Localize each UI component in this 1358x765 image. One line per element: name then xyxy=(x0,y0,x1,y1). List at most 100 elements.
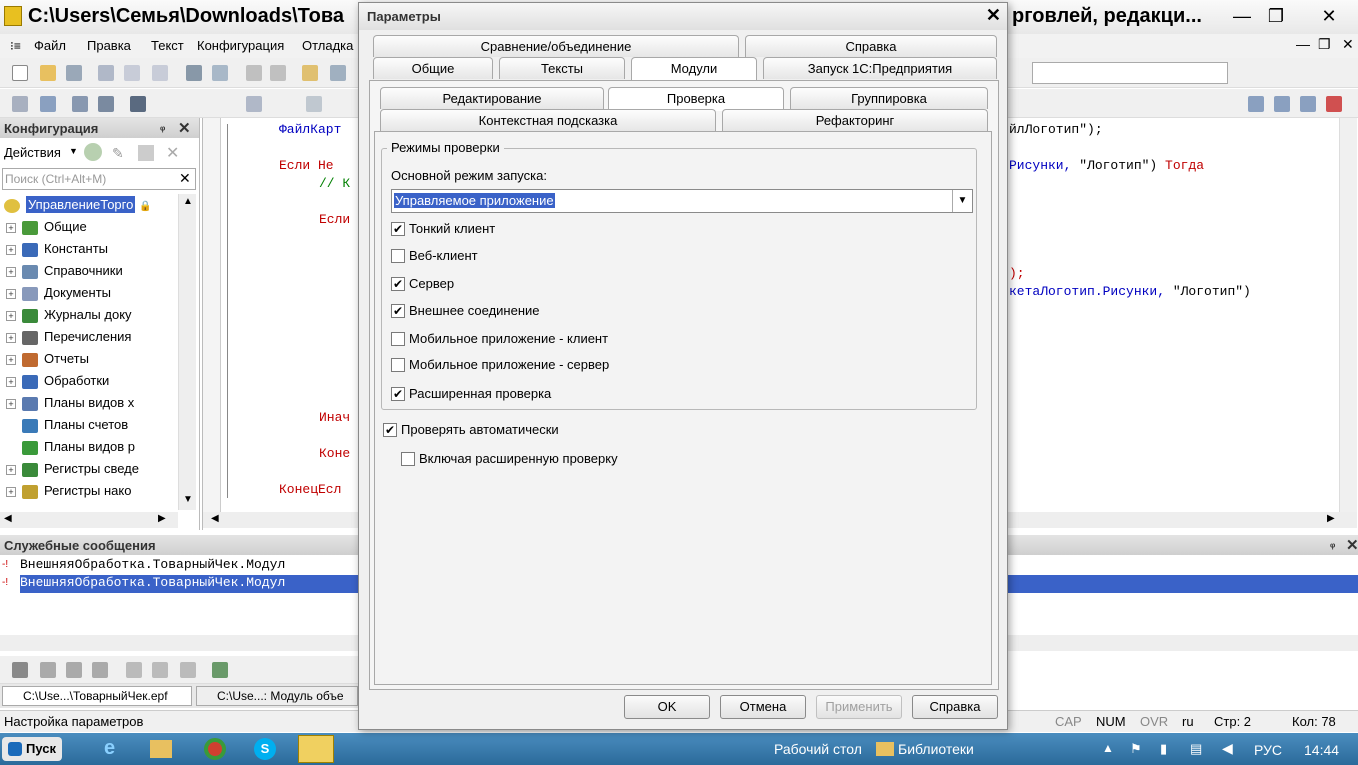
mdi-minimize-icon[interactable]: — xyxy=(1296,36,1310,52)
editor-scroll-left-icon[interactable]: ◀ xyxy=(211,513,219,524)
tool-icon-1[interactable] xyxy=(1248,96,1264,112)
scroll-left-icon[interactable]: ◀ xyxy=(4,513,12,524)
ie-icon[interactable]: e xyxy=(104,737,115,760)
explorer-icon[interactable] xyxy=(150,740,172,758)
tray-expand-icon[interactable]: ▲ xyxy=(1102,741,1114,755)
tree-item[interactable]: + Регистры нако xyxy=(6,480,131,502)
scroll-right-icon[interactable]: ▶ xyxy=(158,513,166,524)
checkbox-box[interactable]: ✔ xyxy=(391,303,405,318)
mode-select[interactable]: Управляемое приложение ▼ xyxy=(391,189,973,213)
outdent-icon[interactable] xyxy=(152,662,168,678)
checkbox-box[interactable]: ✔ xyxy=(391,221,405,236)
tool-icon-3[interactable] xyxy=(1300,96,1316,112)
open-icon[interactable] xyxy=(40,65,56,81)
skype-icon[interactable]: S xyxy=(254,738,276,760)
wizard-icon[interactable] xyxy=(212,662,228,678)
tab-launch[interactable]: Запуск 1С:Предприятия xyxy=(763,57,997,79)
window-tab-module[interactable]: C:\Use...: Модуль объе xyxy=(196,686,358,706)
cancel-button[interactable]: Отмена xyxy=(720,695,806,719)
database-icon[interactable] xyxy=(72,96,88,112)
scroll-up-icon[interactable]: ▲ xyxy=(183,196,193,207)
search-icon[interactable] xyxy=(330,65,346,81)
search-combo[interactable] xyxy=(1032,62,1228,84)
ext-check-checkbox[interactable]: Включая расширенную проверку xyxy=(401,449,618,469)
format-icon[interactable] xyxy=(180,662,196,678)
window-tab-epf[interactable]: C:\Use...\ТоварныйЧек.epf xyxy=(2,686,192,706)
tree-item[interactable]: + Планы видов х xyxy=(6,392,134,414)
indent-icon[interactable] xyxy=(126,662,142,678)
flag-icon[interactable] xyxy=(12,662,28,678)
close-button[interactable]: ✕ xyxy=(1300,3,1358,29)
menu-configuration[interactable]: Конфигурация xyxy=(197,38,284,53)
window-icon[interactable] xyxy=(98,96,114,112)
pin-icon[interactable]: ᵩ xyxy=(160,121,165,133)
desktop-toolbar[interactable]: Рабочий стол xyxy=(774,741,862,757)
tree-item[interactable]: + Журналы доку xyxy=(6,304,132,326)
delete-item-icon[interactable]: ✕ xyxy=(166,143,179,163)
tree-item[interactable]: + Перечисления xyxy=(6,326,131,348)
paste-icon[interactable] xyxy=(152,65,168,81)
expand-icon[interactable]: + xyxy=(6,332,16,343)
flag-clear-icon[interactable] xyxy=(92,662,108,678)
delete-icon[interactable] xyxy=(1326,96,1342,112)
tree-scrollbar[interactable]: ▲ ▼ xyxy=(178,194,196,510)
chevron-down-icon[interactable]: ▼ xyxy=(952,190,972,212)
menu-file[interactable]: Файл xyxy=(34,38,66,53)
dialog-close-icon[interactable]: ✕ xyxy=(986,5,1001,26)
tree-root[interactable]: УправлениеТорго 🔒 xyxy=(4,194,151,216)
tab-compare-merge[interactable]: Сравнение/объединение xyxy=(373,35,739,57)
menu-text[interactable]: Текст xyxy=(151,38,184,53)
checkbox-box[interactable] xyxy=(391,248,405,263)
tool-icon-2[interactable] xyxy=(1274,96,1290,112)
check-mode-checkbox[interactable]: ✔ Сервер xyxy=(391,274,454,294)
preview-icon[interactable] xyxy=(212,65,228,81)
ext-check-box[interactable] xyxy=(401,451,415,466)
clear-search-icon[interactable]: ✕ xyxy=(179,170,191,187)
subtab-refactoring[interactable]: Рефакторинг xyxy=(722,109,988,131)
new-icon[interactable] xyxy=(12,65,28,81)
expand-icon[interactable]: + xyxy=(6,398,16,409)
expand-icon[interactable]: + xyxy=(6,486,16,497)
search-field[interactable]: Поиск (Ctrl+Alt+M) ✕ xyxy=(2,168,196,190)
editor-scroll-right-icon[interactable]: ▶ xyxy=(1327,513,1335,524)
check-mode-checkbox[interactable]: ✔ Внешнее соединение xyxy=(391,301,540,321)
check-mode-checkbox[interactable]: Мобильное приложение - клиент xyxy=(391,329,608,349)
battery-icon[interactable]: ▮ xyxy=(1160,741,1167,757)
print-icon[interactable] xyxy=(186,65,202,81)
auto-check-checkbox[interactable]: ✔ Проверять автоматически xyxy=(383,420,559,440)
check-mode-checkbox[interactable]: Мобильное приложение - сервер xyxy=(391,355,609,375)
mdi-restore-icon[interactable]: ❐ xyxy=(1318,36,1331,53)
tab-help[interactable]: Справка xyxy=(745,35,997,57)
search-input[interactable]: Поиск (Ctrl+Alt+M) xyxy=(5,172,106,186)
signal-icon[interactable]: ▤ xyxy=(1190,741,1202,757)
tree-item[interactable]: + Документы xyxy=(6,282,111,304)
actions-dropdown-icon[interactable]: ▼ xyxy=(69,146,78,156)
expand-icon[interactable]: + xyxy=(6,376,16,387)
message-line[interactable]: ВнешняяОбработка.ТоварныйЧек.Модул xyxy=(20,557,285,572)
checkbox-box[interactable]: ✔ xyxy=(391,386,405,401)
tree-item[interactable]: + Справочники xyxy=(6,260,123,282)
messages-close-icon[interactable]: ✕ xyxy=(1346,536,1358,554)
tree-hscrollbar[interactable]: ◀ ▶ xyxy=(0,512,178,528)
ok-button[interactable]: OK xyxy=(624,695,710,719)
checkbox-box[interactable] xyxy=(391,357,405,372)
scroll-down-icon[interactable]: ▼ xyxy=(183,494,193,505)
expand-icon[interactable]: + xyxy=(6,310,16,321)
expand-icon[interactable]: + xyxy=(6,266,16,277)
tab-general[interactable]: Общие xyxy=(373,57,493,79)
save-icon[interactable] xyxy=(66,65,82,81)
tree-item[interactable]: Планы видов р xyxy=(6,436,135,458)
status-lang[interactable]: ru xyxy=(1182,714,1194,729)
start-button[interactable]: Пуск xyxy=(2,737,62,761)
subtab-context-hint[interactable]: Контекстная подсказка xyxy=(380,109,716,131)
tab-texts[interactable]: Тексты xyxy=(499,57,625,79)
chrome-icon[interactable] xyxy=(204,738,226,760)
checkbox-box[interactable] xyxy=(391,331,405,346)
auto-check-box[interactable]: ✔ xyxy=(383,422,397,437)
tree-item[interactable]: + Общие xyxy=(6,216,87,238)
flag-prev-icon[interactable] xyxy=(66,662,82,678)
checkbox-box[interactable]: ✔ xyxy=(391,276,405,291)
panel-close-icon[interactable]: ✕ xyxy=(178,119,191,137)
maximize-button[interactable]: ❐ xyxy=(1256,3,1296,29)
message-line[interactable]: ВнешняяОбработка.ТоварныйЧек.Модул xyxy=(20,575,285,590)
